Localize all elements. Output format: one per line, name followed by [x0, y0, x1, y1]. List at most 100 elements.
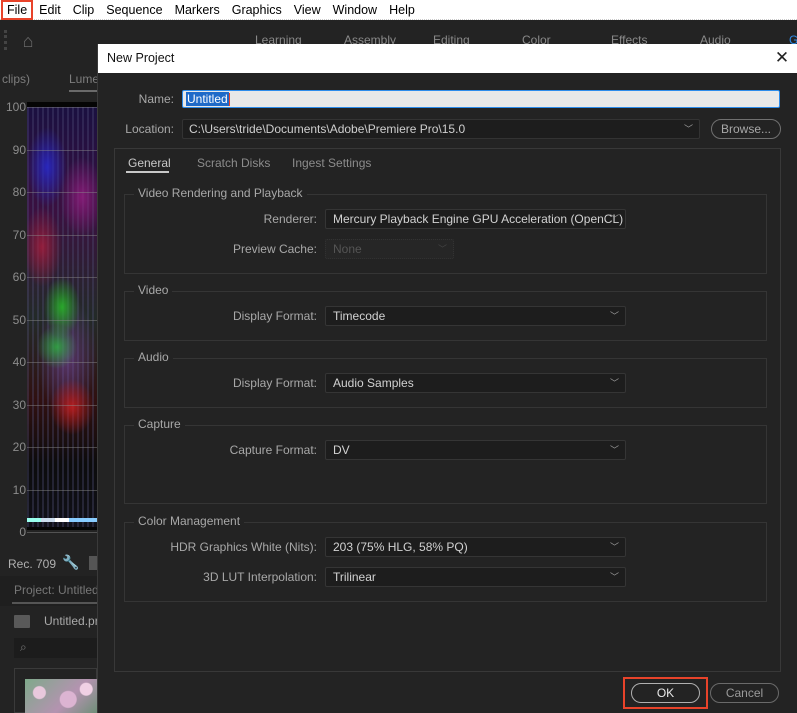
scope-tick-label: 50 — [12, 312, 26, 327]
menu-clip[interactable]: Clip — [67, 0, 101, 20]
scope-gridline — [27, 192, 97, 193]
menu-window[interactable]: Window — [327, 0, 383, 20]
scope-tick-label: 70 — [12, 227, 26, 242]
menu-view[interactable]: View — [288, 0, 327, 20]
dialog-title: New Project — [107, 51, 175, 65]
scope-footer: Rec. 709 🔧 — [0, 552, 97, 576]
cancel-button[interactable]: Cancel — [710, 683, 779, 703]
renderer-dropdown[interactable]: Mercury Playback Engine GPU Acceleration… — [325, 209, 626, 229]
renderer-value: Mercury Playback Engine GPU Acceleration… — [333, 212, 624, 226]
checkbox-icon[interactable] — [89, 556, 97, 570]
hdr-white-value: 203 (75% HLG, 58% PQ) — [333, 540, 468, 554]
scope-gridline — [27, 362, 97, 363]
renderer-label: Renderer: — [263, 212, 317, 226]
group-video: Video Display Format: Timecode ﹀ — [124, 283, 767, 341]
menu-help[interactable]: Help — [383, 0, 421, 20]
menu-graphics[interactable]: Graphics — [226, 0, 288, 20]
panel-tab-lumetri[interactable]: Lume — [69, 72, 100, 92]
scope-gridline — [27, 234, 97, 236]
video-display-format-dropdown[interactable]: Timecode ﹀ — [325, 306, 626, 326]
lut-interpolation-dropdown[interactable]: Trilinear ﹀ — [325, 567, 626, 587]
chevron-down-icon: ﹀ — [609, 378, 619, 388]
tab-ingest-settings[interactable]: Ingest Settings — [292, 156, 371, 170]
group-title-video: Video — [134, 283, 173, 297]
panel-tab-clips[interactable]: clips) — [2, 72, 30, 86]
video-display-format-label: Display Format: — [232, 309, 317, 323]
group-title-video-rendering: Video Rendering and Playback — [134, 186, 307, 200]
menu-sequence[interactable]: Sequence — [100, 0, 168, 20]
scope-tick-label: 10 — [12, 482, 26, 497]
panel-header: clips) Lume — [0, 68, 100, 92]
scope-tick-label: 30 — [12, 397, 26, 412]
menu-bar: File Edit Clip Sequence Markers Graphics… — [0, 0, 797, 20]
scope-gridline — [27, 447, 97, 448]
scope-tick-label: 60 — [12, 270, 26, 284]
scope-tick-label: 0 — [19, 525, 26, 539]
active-tab-indicator — [126, 171, 169, 173]
media-thumbnail[interactable] — [25, 679, 97, 713]
chevron-down-icon: ﹀ — [683, 124, 693, 134]
capture-format-value: DV — [333, 443, 350, 457]
audio-display-format-dropdown[interactable]: Audio Samples ﹀ — [325, 373, 626, 393]
preview-cache-label: Preview Cache: — [232, 242, 317, 256]
name-label: Name: — [138, 92, 174, 106]
project-name-value: Untitled — [186, 92, 229, 106]
capture-format-dropdown[interactable]: DV ﹀ — [325, 440, 626, 460]
group-title-audio: Audio — [134, 350, 173, 364]
hdr-white-dropdown[interactable]: 203 (75% HLG, 58% PQ) ﹀ — [325, 537, 626, 557]
search-icon: ⌕ — [20, 640, 27, 654]
chevron-down-icon: ﹀ — [437, 244, 447, 254]
project-tab-underline — [12, 602, 97, 604]
menu-file[interactable]: File — [1, 0, 34, 20]
bin-icon[interactable] — [14, 615, 30, 628]
group-title-color-management: Color Management — [134, 514, 245, 528]
scope-tick-label: 20 — [12, 440, 26, 454]
audio-display-format-value: Audio Samples — [333, 376, 414, 390]
scope-gridline — [27, 277, 97, 278]
waveform-trace — [27, 107, 97, 527]
project-panel-title[interactable]: Project: Untitled — [14, 583, 99, 597]
preview-cache-value: None — [333, 242, 362, 256]
waveform-scope — [27, 102, 97, 530]
location-label: Location: — [125, 122, 174, 136]
chevron-down-icon: ﹀ — [609, 214, 619, 224]
scope-gridline — [27, 319, 97, 321]
scope-gridline — [27, 107, 97, 108]
location-dropdown[interactable]: C:\Users\tride\Documents\Adobe\Premiere … — [182, 119, 700, 139]
location-value: C:\Users\tride\Documents\Adobe\Premiere … — [189, 122, 466, 136]
group-video-rendering: Video Rendering and Playback Renderer: M… — [124, 186, 767, 274]
scope-tick-label: 80 — [12, 185, 26, 199]
scope-gridline — [27, 149, 97, 151]
group-title-capture: Capture — [134, 417, 185, 431]
scope-gridline — [27, 532, 97, 533]
scope-tick-label: 40 — [12, 355, 26, 369]
menu-markers[interactable]: Markers — [169, 0, 226, 20]
scope-tick-label: 100 — [5, 100, 26, 114]
preview-cache-dropdown: None ﹀ — [325, 239, 454, 259]
dialog-titlebar[interactable]: New Project ✕ — [98, 44, 797, 73]
colorspace-label[interactable]: Rec. 709 — [8, 557, 56, 571]
hdr-white-label: HDR Graphics White (Nits): — [170, 540, 317, 554]
chevron-down-icon: ﹀ — [609, 572, 619, 582]
group-capture: Capture Capture Format: DV ﹀ — [124, 417, 767, 504]
scope-gridline — [27, 489, 97, 491]
tab-scratch-disks[interactable]: Scratch Disks — [197, 156, 270, 170]
wrench-icon[interactable]: 🔧 — [62, 554, 79, 571]
project-name-input[interactable]: Untitled — [182, 90, 780, 108]
text-caret — [228, 93, 230, 107]
capture-format-label: Capture Format: — [229, 443, 317, 457]
tab-general[interactable]: General — [128, 156, 171, 170]
drag-grip[interactable] — [4, 30, 7, 50]
chevron-down-icon: ﹀ — [609, 445, 619, 455]
scope-tick-label: 90 — [12, 142, 26, 157]
menu-edit[interactable]: Edit — [33, 0, 67, 20]
close-icon[interactable]: ✕ — [772, 48, 792, 68]
home-icon[interactable]: ⌂ — [14, 30, 42, 52]
chevron-down-icon: ﹀ — [609, 311, 619, 321]
video-display-format-value: Timecode — [333, 309, 386, 323]
lut-interpolation-value: Trilinear — [333, 570, 376, 584]
ok-button[interactable]: OK — [631, 683, 700, 703]
browse-button[interactable]: Browse... — [711, 119, 781, 139]
chevron-down-icon: ﹀ — [609, 542, 619, 552]
audio-display-format-label: Display Format: — [232, 376, 317, 390]
